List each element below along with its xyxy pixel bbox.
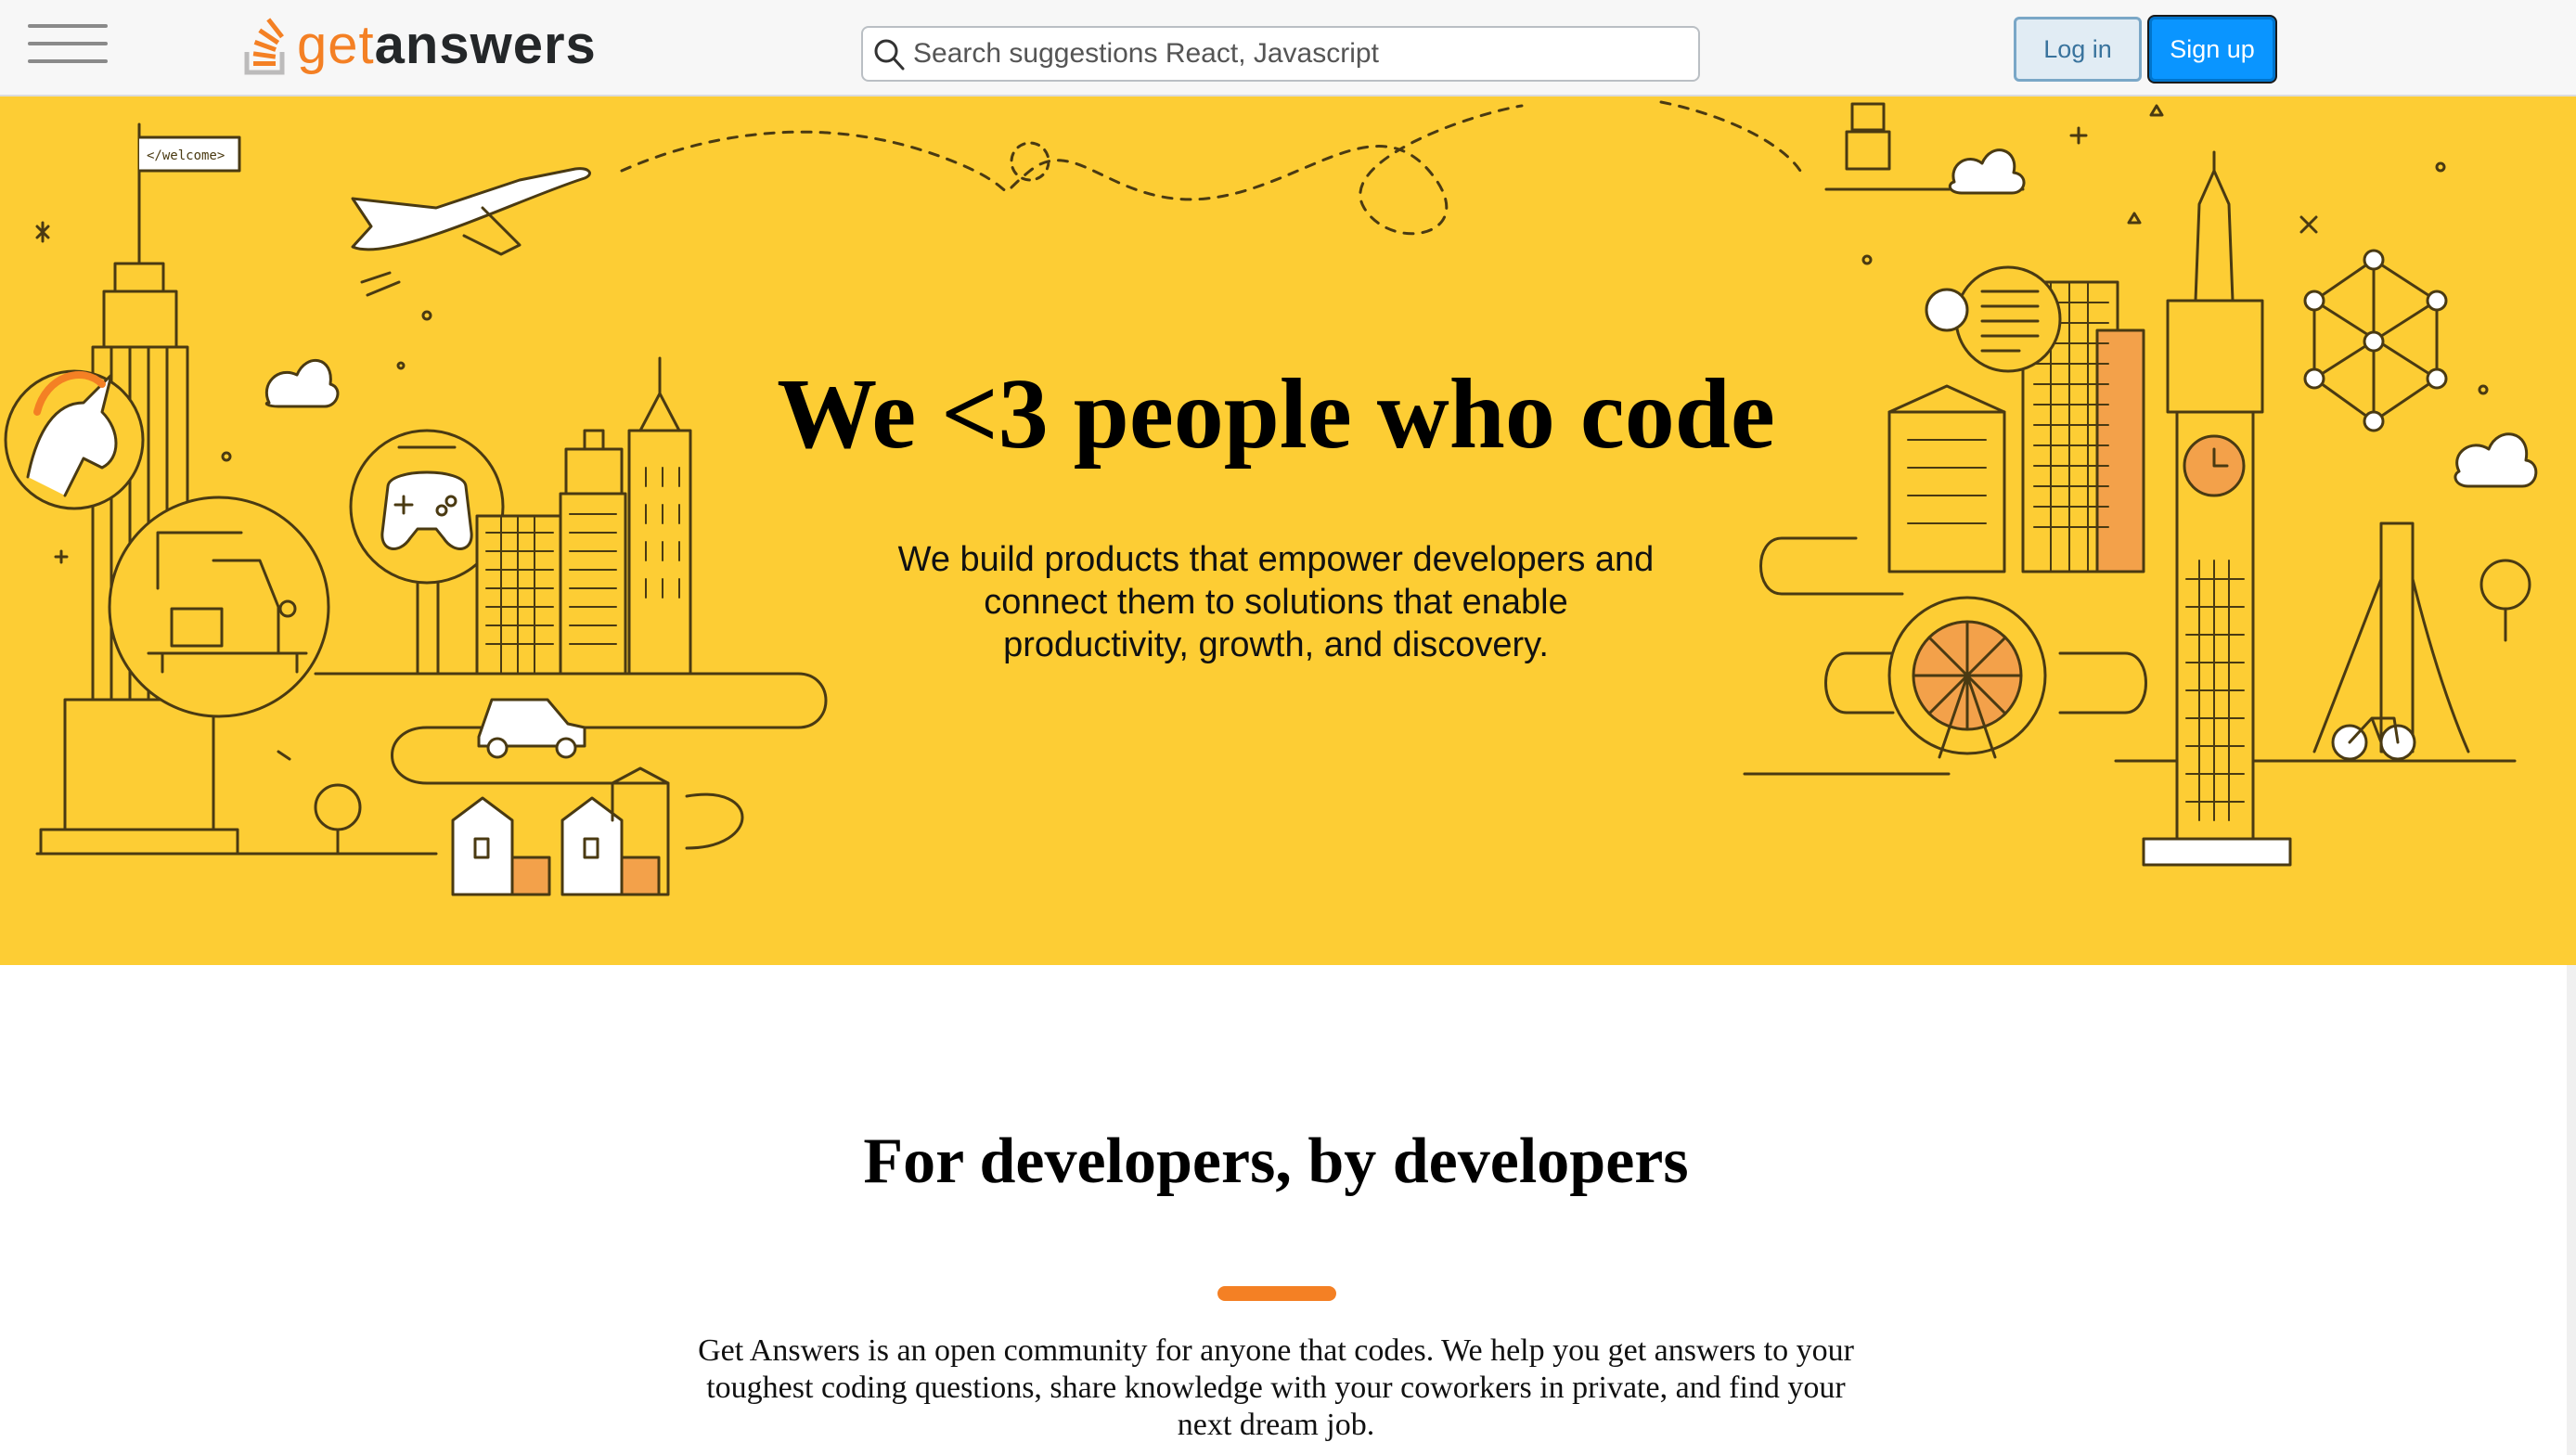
hero-title: We <3 people who code [777, 359, 1775, 470]
top-navigation-bar: getanswers Log in Sign up [0, 0, 2576, 97]
login-button[interactable]: Log in [2014, 17, 2142, 82]
logo-wordmark: getanswers [297, 19, 597, 72]
search-input[interactable] [913, 38, 1674, 70]
tree-illustration [2479, 559, 2531, 642]
cloud-illustration [1948, 148, 2026, 195]
logo-text-answers: answers [374, 15, 597, 75]
hamburger-line [28, 59, 108, 63]
hamburger-line [28, 42, 108, 45]
flight-path [1659, 100, 1802, 173]
section-description: Get Answers is an open community for any… [698, 1333, 1854, 1442]
clock-tower-illustration [2142, 150, 2292, 867]
hero-banner: </welcome> We <3 people who code We buil… [0, 97, 2576, 965]
network-molecule-illustration [2303, 249, 2448, 432]
airplane-illustration [351, 167, 591, 297]
cloud-illustration [2454, 432, 2538, 488]
car-illustration [477, 698, 586, 759]
houses-illustration [451, 766, 670, 896]
flight-path [620, 104, 1524, 236]
signup-button[interactable]: Sign up [2149, 17, 2275, 82]
hamburger-menu-icon[interactable] [24, 20, 111, 67]
city-skyline-illustration: </welcome> [4, 100, 2538, 896]
search-icon [874, 39, 905, 71]
tree-illustration [314, 783, 362, 856]
search-bar [861, 26, 1700, 82]
accent-divider [1217, 1286, 1336, 1301]
section-title: For developers, by developers [863, 1126, 1689, 1197]
document-badge [1925, 265, 2062, 373]
welcome-sign: </welcome> [147, 148, 225, 163]
ferris-wheel-illustration [1887, 596, 2047, 759]
workspace-badge [108, 496, 330, 718]
hamburger-line [28, 24, 108, 28]
site-logo[interactable]: getanswers [243, 11, 597, 80]
cloud-illustration [264, 359, 340, 408]
logo-text-get: get [297, 15, 375, 75]
hero-subtitle: We build products that empower developer… [897, 540, 1655, 664]
stack-logo-icon [244, 18, 285, 75]
unicorn-badge [4, 369, 145, 510]
